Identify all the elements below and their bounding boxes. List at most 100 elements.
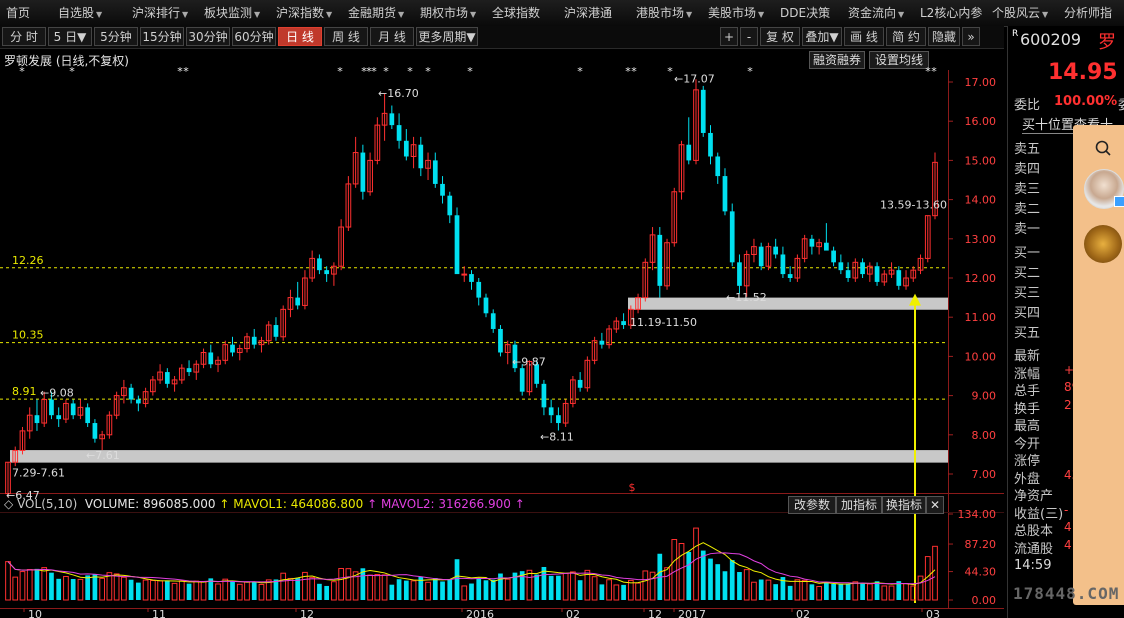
signal-marker-icon: $ [629, 481, 636, 494]
volume-bar-down [773, 584, 779, 600]
event-marker-icon: * [371, 65, 377, 78]
volume-bar-down [824, 582, 829, 600]
volume-bar-up [917, 575, 924, 601]
volume-button-2[interactable]: 换指标 [882, 496, 926, 514]
volume-bar-down [483, 580, 489, 600]
vol-y-tick-label: 87.20 [965, 538, 997, 551]
candle-body-down [556, 415, 561, 424]
dragon-avatar[interactable] [1084, 225, 1122, 263]
reference-line-label: 8.91 [12, 385, 37, 398]
candle-body-down [186, 368, 192, 373]
volume-bar-up [171, 582, 178, 601]
candle-body-down [403, 140, 409, 157]
x-tick-label: 12 [300, 608, 314, 618]
volume-bar-up [866, 583, 873, 601]
volume-bar-down [831, 583, 836, 600]
stat-label: 总手 [1014, 384, 1041, 399]
candle-body-down [577, 379, 583, 388]
volume-button-3[interactable]: ✕ [926, 496, 944, 514]
volume-bar-down [577, 580, 583, 600]
volume-bar-up [613, 584, 620, 601]
stock-code: 600209 [1020, 30, 1082, 49]
annotation-label: 13.59-13.60 [880, 199, 947, 212]
volume-bar-down [490, 579, 496, 600]
candle-body-down [49, 399, 54, 416]
candle-body-down [251, 336, 257, 345]
search-icon[interactable] [1087, 131, 1121, 165]
event-marker-icon: * [69, 65, 75, 78]
volume-bar-up [19, 571, 26, 601]
volume-bar-up [178, 580, 185, 601]
volume-bar-down [737, 572, 742, 600]
stock-name: 罗 [1098, 32, 1116, 53]
annotation-label: ←8.11 [540, 430, 574, 443]
candle-body-down [758, 246, 764, 267]
volume-bar-down [534, 574, 540, 600]
y-tick-label: 15.00 [965, 154, 997, 167]
stat-value: 2 [1064, 397, 1072, 412]
candle-body-down [230, 344, 235, 353]
sell-level-4: 卖四 [1014, 162, 1041, 177]
annotation-label: ←17.07 [674, 72, 715, 85]
candle-body-down [722, 176, 728, 212]
vol-legend-mavol1: MAVOL1: 464086.800 [233, 497, 364, 511]
candle-body-down [831, 250, 836, 263]
candle-body-down [621, 321, 626, 326]
sell-level-2: 卖二 [1014, 202, 1041, 217]
volume-bar-up [410, 580, 417, 601]
y-tick-label: 10.00 [965, 350, 997, 363]
stat-label: 流通股 [1014, 541, 1054, 557]
buy-level-2: 买二 [1014, 266, 1041, 281]
candle-body-down [787, 274, 793, 278]
y-tick-label: 7.00 [972, 468, 997, 481]
candlestick-chart[interactable]: 17.00 16.00 15.00 14.00 13.00 12.00 11.00 10.00… [0, 0, 1004, 618]
y-tick-label: 14.00 [965, 194, 997, 207]
candle-body-down [700, 89, 706, 133]
avatar-badge-icon [1114, 196, 1124, 207]
volume-bar-down [621, 584, 626, 600]
menu-item-15[interactable]: 分析师指 [1058, 0, 1118, 26]
annotation-label: ←11.52 [726, 291, 767, 304]
volume-bar-up [526, 569, 533, 601]
volume-bar-up [664, 567, 670, 601]
volume-button-1[interactable]: 加指标 [836, 496, 882, 514]
vol-legend-arrow3: ↑ [514, 497, 525, 511]
volume-bar-down [469, 583, 474, 600]
volume-bar-up [381, 574, 388, 601]
candle-body-down [454, 215, 460, 275]
x-tick-label: 03 [926, 608, 940, 618]
annotation-label: 11.19-11.50 [630, 316, 697, 329]
candle-body-down [440, 183, 445, 196]
annotation-label: ←9.87 [512, 355, 546, 368]
volume-bar-down [70, 579, 76, 600]
volume-bar-down [49, 572, 54, 600]
volume-bar-down [787, 585, 793, 600]
volume-bar-down [758, 579, 764, 600]
candle-body-down [708, 132, 713, 157]
volume-button-0[interactable]: 改参数 [788, 496, 836, 514]
event-marker-icon: * [931, 65, 937, 78]
candle-body-down [136, 399, 141, 404]
volume-bar-down [700, 550, 706, 600]
candle-body-down [860, 262, 865, 275]
candle-body-down [164, 372, 170, 384]
candle-body-down [273, 325, 279, 337]
candle-body-down [809, 238, 815, 247]
floating-assistant-panel [1073, 125, 1124, 605]
x-tick-label: 10 [28, 608, 42, 618]
weibi-label: 委比 [1014, 98, 1041, 113]
candle-body-down [418, 144, 424, 169]
annotation-label: ←16.70 [378, 87, 419, 100]
event-marker-icon: * [425, 65, 431, 78]
volume-bar-up [678, 542, 685, 601]
event-marker-icon: * [667, 65, 673, 78]
vol-legend-mavol2: MAVOL2: 316266.900 [380, 497, 511, 511]
volume-bar-up [41, 567, 48, 601]
volume-bar-down [389, 584, 395, 600]
volume-bar-up [693, 527, 699, 601]
buy-level-4: 买四 [1014, 306, 1041, 321]
volume-bar-up [5, 561, 11, 601]
volume-bar-up [374, 574, 381, 601]
volume-bar-down [729, 560, 735, 600]
volume-bar-up [367, 574, 373, 601]
